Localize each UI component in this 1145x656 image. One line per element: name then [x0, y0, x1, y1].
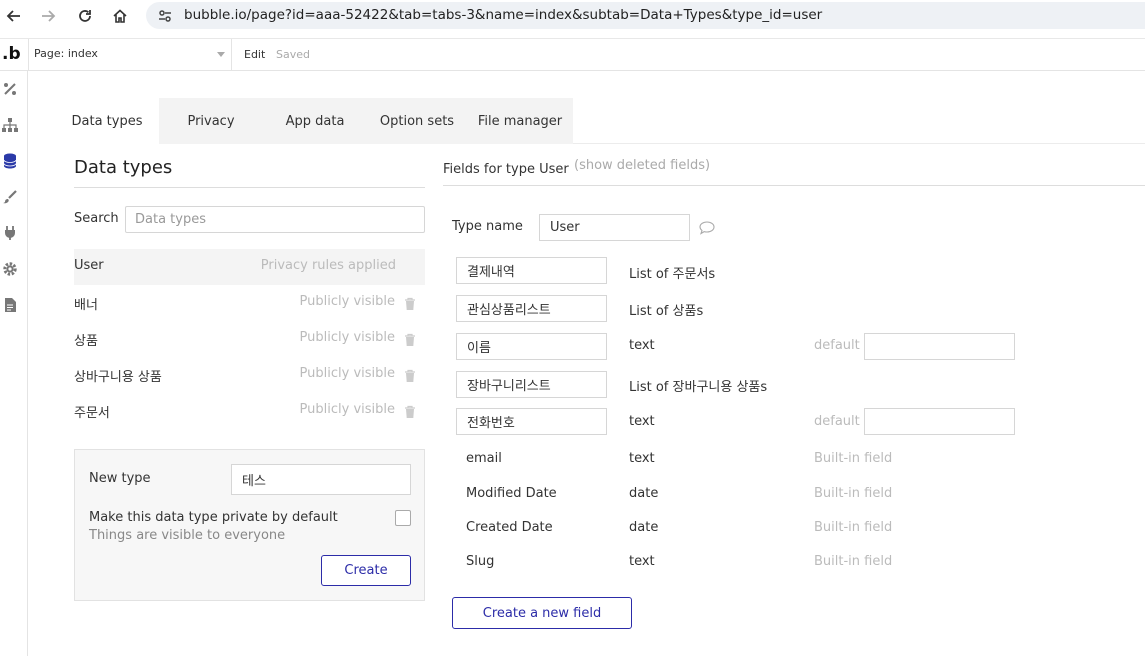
private-default-label: Make this data type private by default: [89, 510, 338, 525]
builtin-field-name: email: [466, 451, 502, 466]
builtin-field-type: text: [629, 554, 655, 569]
builtin-field-name: Slug: [466, 554, 495, 569]
data-type-row-user[interactable]: User Privacy rules applied: [74, 249, 425, 285]
default-label: default: [814, 414, 860, 429]
tab-file-manager[interactable]: File manager: [467, 98, 573, 144]
type-name-input[interactable]: [539, 214, 690, 241]
data-type-row[interactable]: 배너 Publicly visible: [74, 285, 425, 321]
site-settings-icon[interactable]: [156, 7, 174, 25]
page-selector-label: Page: index: [34, 47, 98, 60]
browser-bar: bubble.io/page?id=aaa-52422&tab=tabs-3&n…: [0, 0, 1145, 31]
data-type-name: 배너: [74, 298, 98, 313]
home-icon[interactable]: [109, 5, 131, 27]
left-rail: [0, 71, 28, 656]
database-icon[interactable]: [1, 152, 19, 170]
plugin-icon[interactable]: [1, 224, 19, 242]
create-type-button[interactable]: Create: [321, 555, 411, 586]
comment-icon[interactable]: [698, 220, 716, 236]
data-type-name: 주문서: [74, 406, 110, 421]
visibility-note: Things are visible to everyone: [89, 528, 286, 543]
data-type-row[interactable]: 상바구니용 상품 Publicly visible: [74, 357, 425, 393]
data-types-title: Data types: [74, 157, 173, 178]
new-type-input[interactable]: [231, 464, 411, 495]
field-name-input[interactable]: [456, 371, 607, 398]
create-new-field-button[interactable]: Create a new field: [452, 597, 632, 629]
field-type[interactable]: text: [629, 414, 655, 429]
builtin-field-type: date: [629, 486, 659, 501]
forward-arrow-icon[interactable]: [37, 5, 59, 27]
builtin-field-tag: Built-in field: [814, 520, 893, 535]
page-selector[interactable]: Page: index: [28, 39, 232, 70]
tab-app-data[interactable]: App data: [263, 98, 367, 144]
save-status: Saved: [276, 48, 310, 61]
trash-icon[interactable]: [404, 404, 416, 418]
field-name-input[interactable]: [456, 257, 607, 284]
privacy-status: Publicly visible: [299, 402, 395, 417]
chevron-down-icon: [217, 52, 225, 57]
design-tools-icon[interactable]: [1, 80, 19, 98]
builtin-field-tag: Built-in field: [814, 486, 893, 501]
brush-icon[interactable]: [1, 188, 19, 206]
field-type[interactable]: List of 장바구니용 상품s: [629, 376, 767, 395]
data-type-name: 상바구니용 상품: [74, 370, 162, 385]
builtin-field-tag: Built-in field: [814, 554, 893, 569]
workflow-icon[interactable]: [1, 116, 19, 134]
search-input[interactable]: [125, 206, 425, 233]
tabs-divider: [573, 143, 1145, 144]
privacy-status: Publicly visible: [299, 366, 395, 381]
data-type-name: 상품: [74, 334, 98, 349]
url-text[interactable]: bubble.io/page?id=aaa-52422&tab=tabs-3&n…: [184, 7, 822, 23]
builtin-field-name: Created Date: [466, 520, 553, 535]
tab-privacy[interactable]: Privacy: [159, 98, 263, 144]
default-label: default: [814, 338, 860, 353]
fields-divider: [443, 185, 1145, 186]
field-name-input[interactable]: [456, 333, 607, 360]
search-label: Search: [74, 211, 119, 226]
title-divider: [74, 187, 425, 188]
default-value-input[interactable]: [864, 333, 1015, 360]
trash-icon[interactable]: [404, 296, 416, 310]
field-type[interactable]: List of 주문서s: [629, 263, 715, 282]
data-type-row[interactable]: 주문서 Publicly visible: [74, 393, 425, 429]
new-type-panel: New type Make this data type private by …: [74, 449, 425, 601]
edit-mode-label[interactable]: Edit: [244, 48, 265, 61]
field-type[interactable]: List of 상품s: [629, 300, 703, 319]
type-name-label: Type name: [452, 219, 523, 234]
builtin-field-name: Modified Date: [466, 486, 557, 501]
reload-icon[interactable]: [74, 5, 96, 27]
show-deleted-fields-link[interactable]: (show deleted fields): [574, 158, 710, 173]
bubble-logo[interactable]: .b: [2, 44, 21, 64]
data-tabs: Data types Privacy App data Option sets …: [55, 98, 573, 144]
editor-toolbar: .b Page: index Edit Saved: [0, 38, 1145, 71]
builtin-field-type: date: [629, 520, 659, 535]
trash-icon[interactable]: [404, 332, 416, 346]
field-name-input[interactable]: [456, 295, 607, 322]
fields-title: Fields for type User: [443, 162, 569, 177]
gear-icon[interactable]: [1, 260, 19, 278]
data-type-name: User: [74, 258, 104, 273]
builtin-field-tag: Built-in field: [814, 451, 893, 466]
new-type-label: New type: [89, 471, 151, 486]
back-arrow-icon[interactable]: [3, 5, 25, 27]
document-icon[interactable]: [1, 296, 19, 314]
field-type[interactable]: text: [629, 338, 655, 353]
tab-option-sets[interactable]: Option sets: [367, 98, 467, 144]
field-name-input[interactable]: [456, 408, 607, 435]
default-value-input[interactable]: [864, 408, 1015, 435]
private-default-checkbox[interactable]: [395, 510, 411, 526]
trash-icon[interactable]: [404, 368, 416, 382]
tab-data-types[interactable]: Data types: [55, 98, 159, 144]
data-type-row[interactable]: 상품 Publicly visible: [74, 321, 425, 357]
address-bar[interactable]: bubble.io/page?id=aaa-52422&tab=tabs-3&n…: [146, 2, 1145, 29]
privacy-status: Publicly visible: [299, 294, 395, 309]
privacy-status: Privacy rules applied: [260, 258, 396, 273]
privacy-status: Publicly visible: [299, 330, 395, 345]
builtin-field-type: text: [629, 451, 655, 466]
